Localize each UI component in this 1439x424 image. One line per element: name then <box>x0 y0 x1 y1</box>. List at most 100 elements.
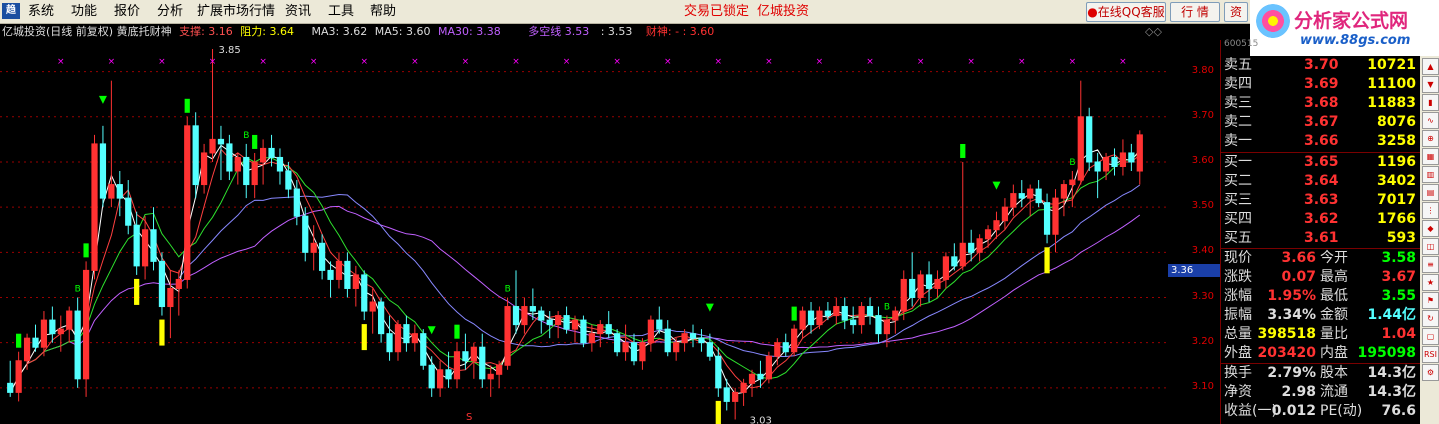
menu-quote[interactable]: 报价 <box>114 3 140 20</box>
ask-volume: 8076 <box>1377 114 1416 130</box>
stat-value: 398518 <box>1257 326 1316 342</box>
ask-volume: 11100 <box>1367 76 1416 92</box>
candle-body <box>892 310 899 321</box>
menu-extended-market[interactable]: 扩展市场行情 <box>197 3 275 20</box>
line-icon[interactable]: ∿ <box>1422 112 1439 129</box>
menu-system[interactable]: 系统 <box>28 3 54 20</box>
candle-body <box>57 328 64 335</box>
candle-body <box>791 328 798 353</box>
candle-body <box>1010 193 1017 208</box>
bid-row[interactable]: 买二 3.64 3402 <box>1220 172 1420 191</box>
ask-row[interactable]: 卖三 3.68 11883 <box>1220 94 1420 113</box>
bid-row[interactable]: 买三 3.63 7017 <box>1220 191 1420 210</box>
chart-icon[interactable]: ◫ <box>1422 238 1439 255</box>
ask-price: 3.66 <box>1304 133 1339 149</box>
stat-label: 金额 <box>1320 307 1348 323</box>
window-icon[interactable]: ▢ <box>1422 328 1439 345</box>
candle-body <box>1069 179 1076 186</box>
candle-body <box>150 229 157 262</box>
ask-volume: 10721 <box>1367 57 1416 73</box>
top-signal-mark: × <box>310 57 318 67</box>
candle-body <box>243 156 250 186</box>
resistance-value: 3.64 <box>269 25 295 38</box>
trade-locked-status[interactable]: 交易已锁定 <box>684 3 749 20</box>
ask-row[interactable]: 卖二 3.67 8076 <box>1220 113 1420 132</box>
candle-body <box>453 351 461 380</box>
legend-expand-icon[interactable]: ◇◇ <box>1145 24 1162 40</box>
zoom-icon[interactable]: ⊕ <box>1422 130 1439 147</box>
stat-label: 振幅 <box>1224 307 1252 323</box>
ma3-value: 3.62 <box>342 25 368 38</box>
ask-row[interactable]: 卖四 3.69 11100 <box>1220 75 1420 94</box>
candle-body <box>723 387 730 402</box>
candle-body <box>1027 188 1034 199</box>
candlestick-chart[interactable]: × × × × × × × × × × × × × × × × × × × × × ×3.853.03SBBBBB <box>0 40 1168 424</box>
candle-body <box>40 319 48 348</box>
chevron-up-icon[interactable]: ▲ <box>1422 58 1439 75</box>
candle-body <box>833 306 840 317</box>
sell-arrow-icon <box>98 95 107 104</box>
ask-price: 3.70 <box>1304 57 1339 73</box>
candle-body <box>942 256 950 280</box>
candle-body <box>816 310 823 326</box>
axis-tick-label: 3.70 <box>1191 109 1214 121</box>
candle-body <box>605 324 612 335</box>
ma5-value: 3.60 <box>405 25 431 38</box>
candle-body <box>968 242 975 253</box>
rsi-button[interactable]: RSI <box>1422 346 1439 363</box>
refresh-icon[interactable]: ↻ <box>1422 310 1439 327</box>
ask-row[interactable]: 卖五 3.70 10721 <box>1220 56 1420 75</box>
qq-service-button[interactable]: ●在线QQ客服 <box>1086 2 1166 22</box>
menu-function[interactable]: 功能 <box>71 3 97 20</box>
star-icon[interactable]: ★ <box>1422 274 1439 291</box>
menu-tools[interactable]: 工具 <box>328 3 354 20</box>
candle-body <box>470 346 477 362</box>
info-button[interactable]: 资 <box>1224 2 1248 22</box>
axis-tick-label: 3.40 <box>1191 245 1214 257</box>
axis-tick-label: 3.30 <box>1191 290 1214 302</box>
bar-icon[interactable]: ▥ <box>1422 166 1439 183</box>
app-icon[interactable]: 趋 <box>2 3 20 19</box>
grid-icon[interactable]: ▦ <box>1422 148 1439 165</box>
list-icon[interactable]: ≡ <box>1422 256 1439 273</box>
candle-body <box>1111 156 1118 167</box>
stat-row: 涨幅 1.95% 最低 3.55 <box>1220 287 1420 306</box>
kline-icon[interactable]: ▮ <box>1422 94 1439 111</box>
signal-box <box>184 98 190 113</box>
calendar-icon[interactable]: ▤ <box>1422 184 1439 201</box>
stat-row: 收益(一) 0.012 PE(动) 76.6 <box>1220 402 1420 421</box>
flag-icon[interactable]: ⚑ <box>1422 292 1439 309</box>
stat-row: 涨跌 0.07 最高 3.67 <box>1220 268 1420 287</box>
quote-button[interactable]: 行 情 <box>1170 2 1220 22</box>
candle-body <box>15 360 22 393</box>
ask-price: 3.69 <box>1304 76 1339 92</box>
candle-body <box>875 315 882 335</box>
menu-news[interactable]: 资讯 <box>285 3 311 20</box>
sell-arrow-icon <box>705 303 714 312</box>
stat-value: 3.66 <box>1281 250 1316 266</box>
candle-body <box>715 355 722 389</box>
axis-tick-label: 3.20 <box>1191 335 1214 347</box>
candle-body <box>740 382 747 393</box>
top-signal-mark: × <box>1069 57 1077 67</box>
bid-row[interactable]: 买五 3.61 593 <box>1220 229 1420 248</box>
chevron-down-icon[interactable]: ▼ <box>1422 76 1439 93</box>
menu-help[interactable]: 帮助 <box>370 3 396 20</box>
candle-body <box>479 346 486 380</box>
bid-row[interactable]: 买一 3.65 1196 <box>1220 153 1420 172</box>
settings-icon[interactable]: ⚙ <box>1422 364 1439 381</box>
stat-label: 净资 <box>1224 384 1252 400</box>
candle-body <box>782 342 789 353</box>
signal-box <box>791 306 797 321</box>
bid-label: 买四 <box>1224 211 1252 227</box>
bid-row[interactable]: 买四 3.62 1766 <box>1220 210 1420 229</box>
dots-icon[interactable]: ⋮ <box>1422 202 1439 219</box>
caishen-value: - : 3.60 <box>675 25 715 38</box>
candle-body <box>428 364 435 389</box>
candle-body <box>125 197 132 226</box>
menu-analysis[interactable]: 分析 <box>157 3 183 20</box>
ask-row[interactable]: 卖一 3.66 3258 <box>1220 132 1420 151</box>
tag-icon[interactable]: ◆ <box>1422 220 1439 237</box>
support-value: 3.16 <box>208 25 233 38</box>
candle-body <box>951 256 958 267</box>
